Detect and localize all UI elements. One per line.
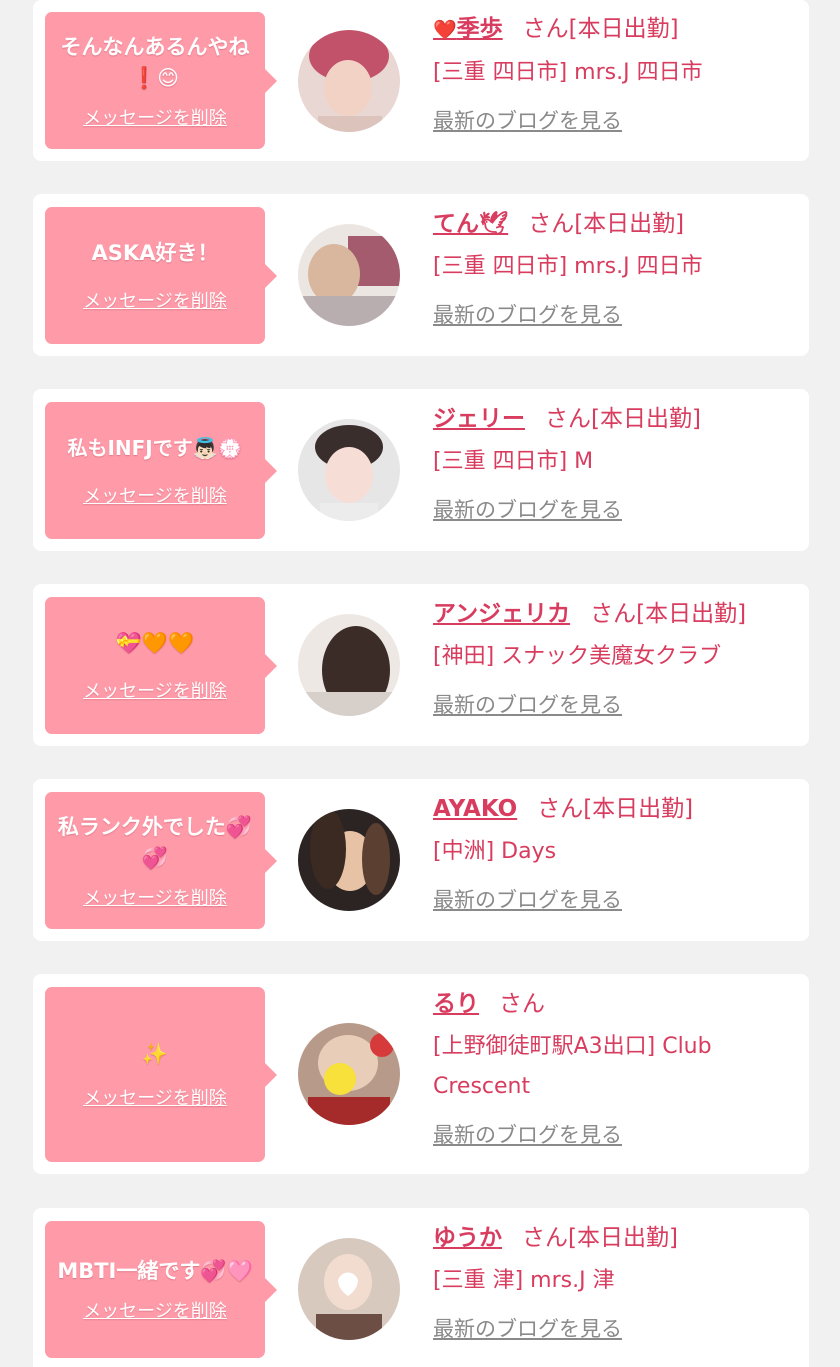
- name-line: ジェリー さん[本日出勤]: [433, 402, 803, 436]
- avatar-photo: [298, 1238, 400, 1340]
- shop-name: [神田] スナック美魔女クラブ: [433, 644, 722, 669]
- list-item: そんなんあるんやね❗😊 メッセージを削除 ❤️季歩 さん[本日出勤] [三重 四日…: [33, 0, 809, 161]
- delete-message-link[interactable]: メッセージを削除: [83, 482, 227, 508]
- list-item: ✨ メッセージを削除 るり さん [上野御徒町駅A3出口] Club Cresce…: [33, 974, 809, 1174]
- list-item: MBTI一緒です💞🩷 メッセージを削除 ゆうか さん[本日出勤] [三重 津] m…: [33, 1208, 809, 1367]
- name-line: AYAKO さん[本日出勤]: [433, 792, 803, 826]
- delete-message-link[interactable]: メッセージを削除: [83, 1084, 227, 1110]
- latest-blog-link[interactable]: 最新のブログを見る: [433, 105, 622, 135]
- name-line: アンジェリカ さん[本日出勤]: [433, 597, 803, 631]
- girl-name-link[interactable]: アンジェリカ: [433, 601, 570, 627]
- avatar[interactable]: [298, 419, 400, 521]
- name-line: ゆうか さん[本日出勤]: [433, 1221, 803, 1255]
- shop-name: [三重 四日市] M: [433, 449, 594, 474]
- avatar-photo: [298, 224, 400, 326]
- message-bubble: MBTI一緒です💞🩷 メッセージを削除: [45, 1221, 277, 1358]
- girl-name-link[interactable]: AYAKO: [433, 796, 517, 822]
- message-text: MBTI一緒です💞🩷: [57, 1259, 253, 1283]
- girl-info: ジェリー さん[本日出勤] [三重 四日市] M 最新のブログを見る: [433, 402, 803, 524]
- avatar[interactable]: [298, 1023, 400, 1125]
- latest-blog-link[interactable]: 最新のブログを見る: [433, 494, 622, 524]
- avatar[interactable]: [298, 1238, 400, 1340]
- message-bubble: そんなんあるんやね❗😊 メッセージを削除: [45, 12, 277, 149]
- girl-info: ❤️季歩 さん[本日出勤] [三重 四日市] mrs.J 四日市 最新のブログを見…: [433, 12, 803, 135]
- name-line: てん🕊 さん[本日出勤]: [433, 207, 803, 241]
- avatar[interactable]: [298, 224, 400, 326]
- girl-name-link[interactable]: ゆうか: [433, 1225, 502, 1251]
- avatar[interactable]: [298, 30, 400, 132]
- list-item: ASKA好き！ メッセージを削除 てん🕊 さん[本日出勤] [三重 四日市] mr…: [33, 194, 809, 356]
- message-text: ASKA好き！: [91, 241, 219, 265]
- heart-icon: ❤️: [433, 19, 457, 41]
- message-bubble: 私もINFJです👼🏻💮 メッセージを削除: [45, 402, 277, 539]
- girl-name-link[interactable]: るり: [433, 991, 479, 1017]
- avatar-photo: [298, 30, 400, 132]
- girl-name-link[interactable]: ❤️季歩: [433, 16, 503, 42]
- name-line: るり さん: [433, 987, 803, 1021]
- status-suffix: さん[本日出勤]: [528, 211, 685, 237]
- girl-info: ゆうか さん[本日出勤] [三重 津] mrs.J 津 最新のブログを見る: [433, 1221, 803, 1343]
- status-suffix: さん[本日出勤]: [522, 1225, 678, 1251]
- message-text: ✨: [141, 1042, 169, 1066]
- girl-name-link[interactable]: てん🕊: [433, 211, 508, 237]
- latest-blog-link[interactable]: 最新のブログを見る: [433, 1313, 622, 1343]
- message-text: 私ランク外でした💞💞: [57, 814, 253, 870]
- latest-blog-link[interactable]: 最新のブログを見る: [433, 689, 622, 719]
- girl-name: 季歩: [456, 16, 503, 42]
- avatar[interactable]: [298, 809, 400, 911]
- status-suffix: さん[本日出勤]: [537, 796, 694, 822]
- name-line: ❤️季歩 さん[本日出勤]: [433, 12, 803, 47]
- latest-blog-link[interactable]: 最新のブログを見る: [433, 884, 622, 914]
- message-text: そんなんあるんやね❗😊: [60, 34, 250, 90]
- avatar[interactable]: [298, 614, 400, 716]
- shop-name: [三重 四日市] mrs.J 四日市: [433, 254, 703, 279]
- shop-name: [三重 四日市] mrs.J 四日市: [433, 60, 703, 85]
- message-bubble: ✨ メッセージを削除: [45, 987, 277, 1162]
- shop-name: [上野御徒町駅A3出口] Club Crescent: [433, 1034, 712, 1099]
- girl-info: てん🕊 さん[本日出勤] [三重 四日市] mrs.J 四日市 最新のブログを見る: [433, 207, 803, 329]
- latest-blog-link[interactable]: 最新のブログを見る: [433, 299, 622, 329]
- avatar-photo: [298, 614, 400, 716]
- message-list: そんなんあるんやね❗😊 メッセージを削除 ❤️季歩 さん[本日出勤] [三重 四日…: [0, 0, 840, 1367]
- message-text: 💝🧡🧡: [115, 631, 195, 655]
- avatar-photo: [298, 1023, 400, 1125]
- girl-info: アンジェリカ さん[本日出勤] [神田] スナック美魔女クラブ 最新のブログを見る: [433, 597, 803, 719]
- delete-message-link[interactable]: メッセージを削除: [83, 677, 227, 703]
- girl-info: るり さん [上野御徒町駅A3出口] Club Crescent 最新のブログを見…: [433, 987, 803, 1149]
- delete-message-link[interactable]: メッセージを削除: [83, 104, 227, 130]
- girl-name-link[interactable]: ジェリー: [433, 406, 525, 432]
- girl-info: AYAKO さん[本日出勤] [中洲] Days 最新のブログを見る: [433, 792, 803, 914]
- list-item: 私もINFJです👼🏻💮 メッセージを削除 ジェリー さん[本日出勤] [三重 四日…: [33, 389, 809, 551]
- status-suffix: さん[本日出勤]: [522, 16, 679, 42]
- status-suffix: さん: [499, 991, 545, 1017]
- message-bubble: 💝🧡🧡 メッセージを削除: [45, 597, 277, 734]
- status-suffix: さん[本日出勤]: [545, 406, 701, 432]
- list-item: 私ランク外でした💞💞 メッセージを削除 AYAKO さん[本日出勤] [中洲] D…: [33, 779, 809, 941]
- delete-message-link[interactable]: メッセージを削除: [83, 1297, 227, 1323]
- message-bubble: ASKA好き！ メッセージを削除: [45, 207, 277, 344]
- avatar-photo: [298, 419, 400, 521]
- latest-blog-link[interactable]: 最新のブログを見る: [433, 1119, 622, 1149]
- list-item: 💝🧡🧡 メッセージを削除 アンジェリカ さん[本日出勤] [神田] スナック美魔女…: [33, 584, 809, 746]
- message-bubble: 私ランク外でした💞💞 メッセージを削除: [45, 792, 277, 929]
- avatar-photo: [298, 809, 400, 911]
- message-text: 私もINFJです👼🏻💮: [67, 436, 243, 460]
- status-suffix: さん[本日出勤]: [590, 601, 747, 627]
- delete-message-link[interactable]: メッセージを削除: [83, 287, 227, 313]
- shop-name: [中洲] Days: [433, 839, 557, 864]
- delete-message-link[interactable]: メッセージを削除: [83, 884, 227, 910]
- shop-name: [三重 津] mrs.J 津: [433, 1268, 615, 1293]
